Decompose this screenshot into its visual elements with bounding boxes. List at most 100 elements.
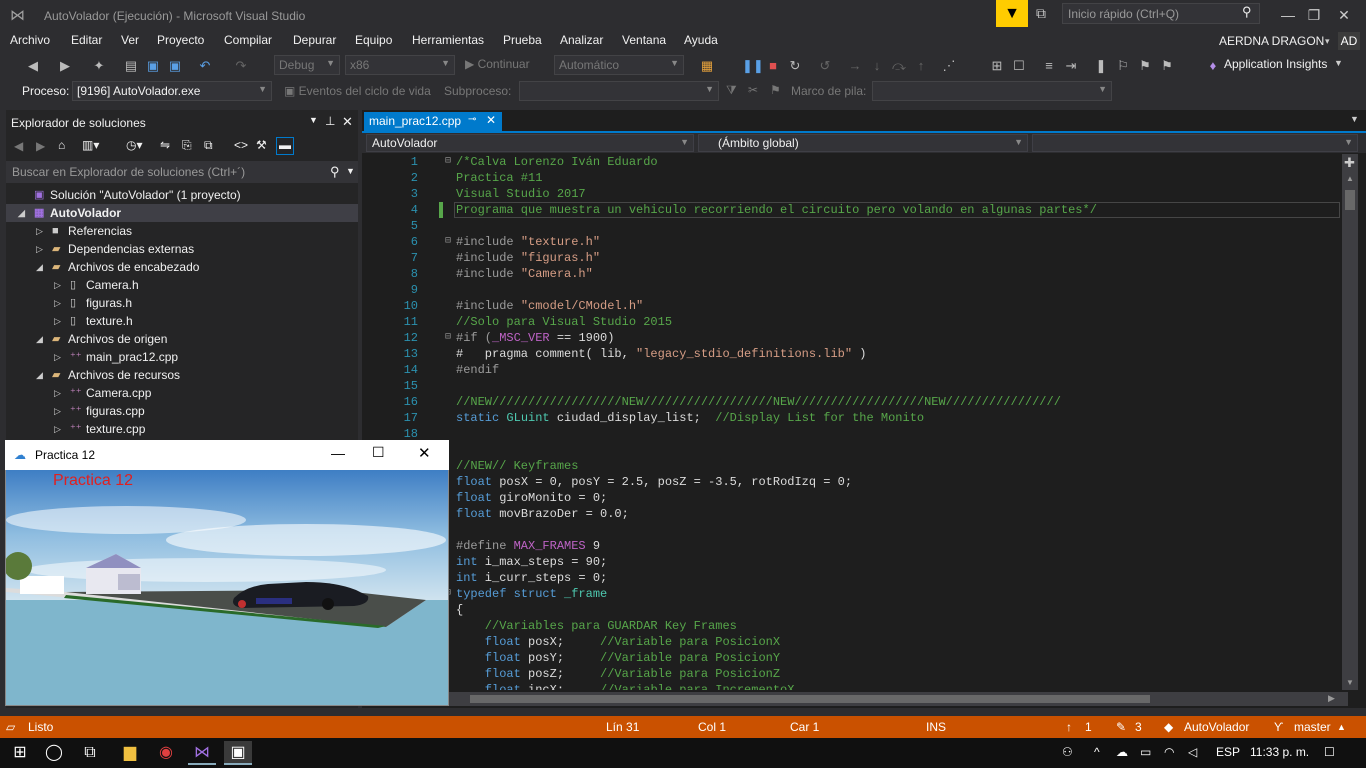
undo-icon[interactable]: ↶: [196, 57, 214, 75]
expand-icon[interactable]: ▷: [54, 294, 61, 312]
align-left-icon[interactable]: ≡: [1040, 57, 1058, 75]
tree-item[interactable]: ▷ ▯ Camera.h: [6, 276, 358, 294]
menu-editar[interactable]: Editar: [71, 33, 102, 47]
collapse-all-icon[interactable]: ⧉: [204, 138, 213, 153]
code-line[interactable]: 11 //Solo para Visual Studio 2015: [362, 314, 1342, 330]
input-language[interactable]: ESP: [1216, 745, 1240, 759]
show-code-icon[interactable]: <>: [234, 138, 248, 152]
lifecycle-events-button[interactable]: ▣ Eventos del ciclo de vida: [284, 84, 431, 98]
expand-icon[interactable]: ▷: [54, 402, 61, 420]
menu-compilar[interactable]: Compilar: [224, 33, 272, 47]
tree-item[interactable]: ▣ Solución "AutoVolador" (1 proyecto): [6, 186, 358, 204]
restore-button[interactable]: ❐: [1302, 5, 1326, 25]
windows-start-icon[interactable]: ⊞: [6, 741, 34, 765]
show-flagged-icon[interactable]: ⚑: [770, 83, 781, 97]
user-name[interactable]: AERDNA DRAGON: [1219, 34, 1324, 48]
menu-ayuda[interactable]: Ayuda: [684, 33, 718, 47]
code-line[interactable]: 16 //NEW//////////////////NEW////////////…: [362, 394, 1342, 410]
code-line[interactable]: 30 //Variables para GUARDAR Key Frames: [362, 618, 1342, 634]
tree-item[interactable]: ▷ ▯ texture.h: [6, 312, 358, 330]
bookmark-icon[interactable]: ❚: [1092, 57, 1110, 75]
thread-select[interactable]: ▼: [519, 81, 719, 101]
redo-icon[interactable]: ↷: [232, 57, 250, 75]
expand-icon[interactable]: ▷: [54, 384, 61, 402]
step-into-icon[interactable]: ↓: [868, 57, 886, 75]
forward-icon[interactable]: ▶: [36, 139, 45, 153]
next-bookmark-icon[interactable]: ⚑: [1136, 57, 1154, 75]
collapse-icon[interactable]: ◢: [36, 366, 43, 384]
volume-icon[interactable]: ◁: [1188, 745, 1197, 759]
code-line[interactable]: 34 float incX; //Variable para Increment…: [362, 682, 1342, 690]
pin-icon[interactable]: ⊥: [325, 114, 335, 128]
code-line[interactable]: 26int i_max_steps = 90;: [362, 554, 1342, 570]
people-icon[interactable]: ⚇: [1062, 745, 1073, 759]
menu-prueba[interactable]: Prueba: [503, 33, 542, 47]
save-icon[interactable]: ▣: [144, 57, 162, 75]
scroll-up-icon[interactable]: ▲: [1346, 174, 1354, 183]
sync-icon[interactable]: ⇋: [160, 138, 170, 152]
menu-proyecto[interactable]: Proyecto: [157, 33, 204, 47]
code-line[interactable]: 3 Visual Studio 2017: [362, 186, 1342, 202]
avatar[interactable]: AD: [1338, 32, 1360, 50]
file-explorer-icon[interactable]: ▆: [116, 741, 144, 765]
continue-button[interactable]: ▶ Continuar: [465, 57, 530, 71]
menu-depurar[interactable]: Depurar: [293, 33, 336, 47]
code-line[interactable]: 5: [362, 218, 1342, 234]
switch-views-icon[interactable]: ▥▾: [82, 138, 99, 152]
code-line[interactable]: 9: [362, 282, 1342, 298]
close-button[interactable]: ✕: [418, 444, 431, 462]
expand-icon[interactable]: ▷: [54, 276, 61, 294]
code-line[interactable]: 20//NEW// Keyframes: [362, 458, 1342, 474]
indent-icon[interactable]: ⇥: [1062, 57, 1080, 75]
menu-analizar[interactable]: Analizar: [560, 33, 603, 47]
code-line[interactable]: 1 ⊟/*Calva Lorenzo Iván Eduardo: [362, 154, 1342, 170]
pending-changes-icon[interactable]: ◷▾: [126, 138, 143, 152]
expand-icon[interactable]: ▷: [36, 222, 43, 240]
panel-menu-icon[interactable]: ▼: [309, 115, 318, 125]
toggle-breakpoint-icon[interactable]: ⊞: [988, 57, 1006, 75]
clear-bookmarks-icon[interactable]: ⚑: [1158, 57, 1176, 75]
collapse-icon[interactable]: ◢: [36, 330, 43, 348]
code-line[interactable]: 25#define MAX_FRAMES 9: [362, 538, 1342, 554]
menu-ver[interactable]: Ver: [121, 33, 139, 47]
branch-icon[interactable]: Ƴ: [1274, 720, 1283, 734]
quick-launch-input[interactable]: Inicio rápido (Ctrl+Q): [1062, 3, 1260, 24]
show-next-statement-icon[interactable]: →: [846, 57, 864, 75]
navigate-back-icon[interactable]: ◀: [24, 57, 42, 75]
code-line[interactable]: 22float giroMonito = 0;: [362, 490, 1342, 506]
expand-icon[interactable]: ▷: [54, 348, 61, 366]
status-unpushed-count[interactable]: 1: [1085, 720, 1092, 734]
properties-icon[interactable]: ⚒: [256, 138, 267, 152]
menu-ventana[interactable]: Ventana: [622, 33, 666, 47]
tree-item[interactable]: ◢ ▰ Archivos de encabezado: [6, 258, 358, 276]
tree-item[interactable]: ▷ ⁺⁺ figuras.cpp: [6, 402, 358, 420]
menu-herramientas[interactable]: Herramientas: [412, 33, 484, 47]
step-out-icon[interactable]: ↑: [912, 57, 930, 75]
tree-item[interactable]: ▷ ⁺⁺ texture.cpp: [6, 420, 358, 438]
opengl-canvas[interactable]: [6, 470, 448, 705]
chevron-up-icon[interactable]: ▲: [1337, 722, 1346, 732]
fold-toggle-icon[interactable]: ⊟: [445, 154, 455, 170]
collapse-icon[interactable]: ◢: [36, 258, 43, 276]
arrow-up-icon[interactable]: ↑: [1066, 720, 1072, 734]
visual-studio-taskbar-icon[interactable]: ⋈: [188, 741, 216, 765]
tray-chevron-icon[interactable]: ^: [1094, 745, 1100, 759]
scroll-down-icon[interactable]: ▼: [1346, 678, 1354, 687]
continue-mode-select[interactable]: Automático ▼: [554, 55, 684, 75]
flag-threads-icon[interactable]: ✂: [748, 83, 758, 97]
tree-item[interactable]: ◢ ▰ Archivos de recursos: [6, 366, 358, 384]
menu-equipo[interactable]: Equipo: [355, 33, 392, 47]
preview-selected-icon[interactable]: ▬: [276, 137, 294, 155]
fold-toggle-icon[interactable]: ⊟: [445, 330, 455, 346]
application-insights-icon[interactable]: ♦: [1204, 57, 1222, 75]
new-project-icon[interactable]: ✦: [90, 57, 108, 75]
status-changes-count[interactable]: 3: [1135, 720, 1142, 734]
tab-main-prac12[interactable]: main_prac12.cpp ⊸ ✕: [364, 112, 502, 131]
code-line[interactable]: 8 #include "Camera.h": [362, 266, 1342, 282]
notification-filter-button[interactable]: ▼: [996, 0, 1028, 27]
expand-icon[interactable]: ▷: [36, 240, 43, 258]
status-branch[interactable]: master: [1294, 720, 1331, 734]
network-icon[interactable]: ☁: [1116, 745, 1128, 759]
minimize-button[interactable]: —: [331, 445, 345, 461]
horizontal-scroll-thumb[interactable]: [470, 695, 1150, 703]
